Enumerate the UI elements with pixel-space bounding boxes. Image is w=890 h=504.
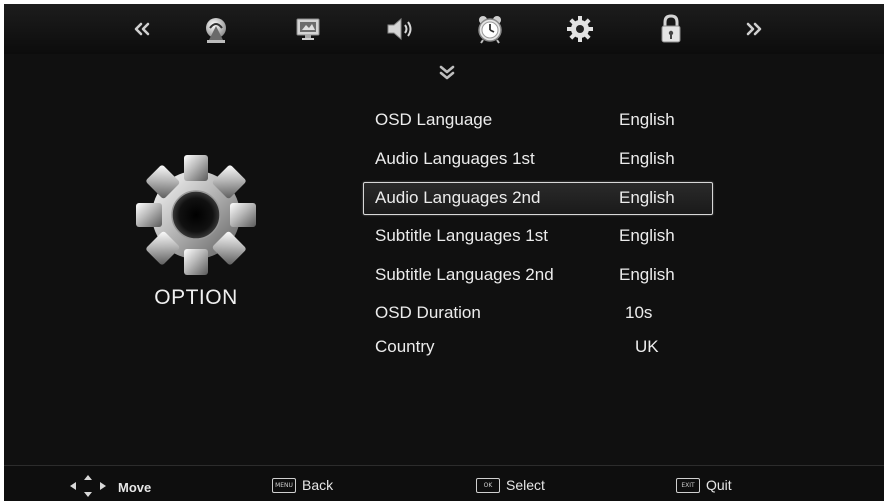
menu-item-label: OSD Language [375,110,493,129]
menu-item-label: Country [375,336,435,356]
hint-quit: EXIT Quit [676,477,732,493]
menu-item-label: Subtitle Languages 1st [375,226,548,246]
menu-item-value: English [619,110,675,129]
menu-item-value: 10s [625,302,653,322]
menu-item-value: English [619,226,675,246]
hint-select: OK Select [476,477,545,493]
ok-key-icon: OK [476,477,500,493]
hint-move-label: Move [118,480,152,495]
channel-antenna-icon[interactable] [200,13,232,45]
option-gear-icon [132,151,260,279]
menu-item-value: English [619,187,675,207]
hint-back: MENU Back [272,477,333,493]
menu-item-subtitle-languages-1st[interactable]: Subtitle Languages 1st English [363,217,723,256]
menu-item-audio-languages-1st[interactable]: Audio Languages 1st English [363,140,723,179]
hint-move: Move [68,474,151,501]
menu-item-label: Audio Languages 2nd [375,187,541,207]
menu-item-country[interactable]: Country UK [363,329,723,363]
lock-icon[interactable] [655,13,687,45]
menu-item-subtitle-languages-2nd[interactable]: Subtitle Languages 2nd English [363,256,723,295]
section-title: OPTION [154,286,238,309]
hint-quit-label: Quit [706,477,732,493]
direction-pad-icon [68,474,108,501]
double-down-arrow-icon [437,64,457,80]
double-right-arrow-icon[interactable] [738,13,770,45]
menu-item-label: OSD Duration [375,302,481,322]
sound-icon[interactable] [384,13,416,45]
option-menu-list: OSD Language English Audio Languages 1st… [363,101,723,363]
menu-item-value: UK [635,336,659,356]
top-menu-bar [4,4,884,54]
bottom-hint-bar: Move MENU Back OK Select EXIT Quit [4,465,884,501]
menu-item-value: English [619,148,675,168]
picture-icon[interactable] [292,13,324,45]
menu-item-value: English [619,265,675,285]
menu-item-audio-languages-2nd[interactable]: Audio Languages 2nd English [363,179,723,218]
menu-item-label: Audio Languages 1st [375,148,535,168]
tv-menu-screen: OPTION OSD Language English Audio Langua… [4,4,884,501]
menu-key-icon: MENU [272,477,296,493]
alarm-clock-icon[interactable] [474,13,506,45]
menu-item-label: Subtitle Languages 2nd [375,265,554,285]
menu-item-osd-duration[interactable]: OSD Duration 10s [363,295,723,329]
menu-item-osd-language[interactable]: OSD Language English [363,101,723,140]
gear-icon[interactable] [564,13,596,45]
double-left-arrow-icon[interactable] [126,13,158,45]
hint-back-label: Back [302,477,334,493]
exit-key-icon: EXIT [676,477,700,493]
hint-select-label: Select [506,477,545,493]
